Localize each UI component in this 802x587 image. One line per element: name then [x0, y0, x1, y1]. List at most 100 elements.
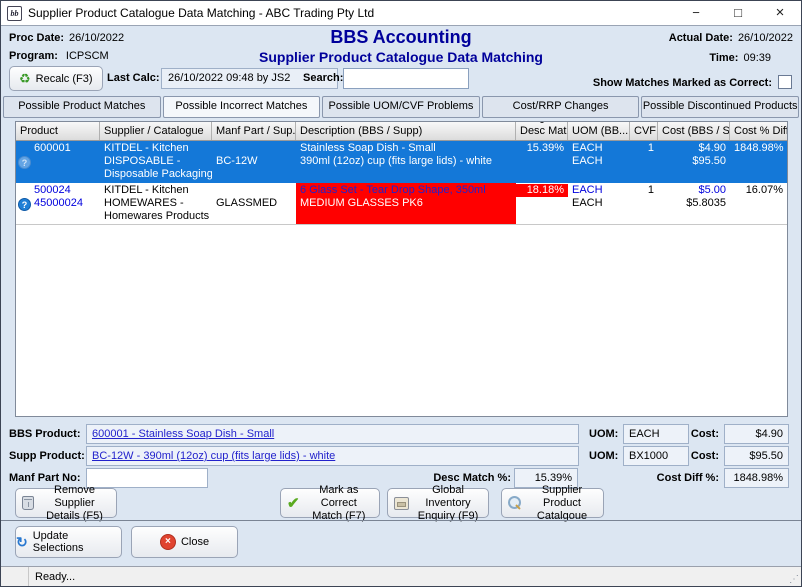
bbs-product-link[interactable]: 600001 - Stainless Soap Dish - Small — [92, 428, 274, 440]
supp-cost-value: $95.50 — [724, 446, 789, 466]
uom-line: EACH — [568, 142, 630, 155]
table-row[interactable]: ? 600001 KITDEL - Kitchen DISPOSABLE - D… — [16, 141, 787, 183]
inventory-drawer-icon — [394, 497, 409, 510]
cell-cost-diff: 16.07% — [730, 183, 787, 224]
cell-cvf: 1 — [630, 183, 658, 224]
show-matches-checkbox[interactable] — [778, 75, 792, 89]
description-line: 390ml (12oz) cup (fits large lids) - whi… — [296, 155, 516, 168]
col-header-desc-match[interactable]: ▲ Desc Mat... — [516, 122, 568, 140]
recycle-icon: ♻ — [19, 71, 31, 87]
bbs-cost-label: Cost: — [677, 424, 719, 444]
close-button[interactable]: × Close — [131, 526, 238, 558]
col-header-product[interactable]: Product — [16, 122, 100, 140]
search-input[interactable] — [343, 68, 469, 89]
supplier-product-catalogue-button[interactable]: Supplier Product Catalgoue — [501, 488, 604, 518]
cost-diff-pct-label: Cost Diff %: — [599, 468, 719, 488]
update-selections-label: Update Selections — [33, 530, 121, 554]
cell-uom: EACH EACH — [568, 183, 630, 224]
window-title: Supplier Product Catalogue Data Matching… — [28, 6, 669, 20]
col-header-cvf[interactable]: CVF — [630, 122, 658, 140]
table-row[interactable]: ? 500024 45000024 KITDEL - Kitchen HOMEW… — [16, 183, 787, 225]
window-controls: − □ × — [675, 1, 801, 25]
cost-diff-value: 1848.98% — [730, 142, 787, 155]
tab-possible-product-matches[interactable]: Possible Product Matches — [3, 96, 161, 118]
minimize-icon[interactable]: − — [675, 1, 717, 25]
cell-manf-part: GLASSMED — [212, 183, 296, 224]
cell-cvf: 1 — [630, 141, 658, 183]
col-header-uom[interactable]: UOM (BB... — [568, 122, 630, 140]
cell-manf-part: BC-12W — [212, 141, 296, 183]
cell-product: ? 600001 — [16, 141, 100, 183]
uom-line: EACH — [568, 155, 630, 168]
recalc-button[interactable]: ♻ Recalc (F3) — [9, 66, 103, 91]
cell-desc-match-alert: 18.18% — [516, 183, 568, 224]
remove-supplier-details-button[interactable]: Remove Supplier Details (F5) — [15, 488, 117, 518]
desc-match-value: 15.39% — [516, 142, 568, 155]
cell-description-alert: 6 Glass Set - Tear Drop Shape, 350ml MED… — [296, 183, 516, 224]
cell-cost-diff: 1848.98% — [730, 141, 787, 183]
cell-desc-match: 15.39% — [516, 141, 568, 183]
status-text: Ready... — [29, 571, 81, 583]
actual-date-label: Actual Date: — [669, 32, 733, 44]
table-header-row: Product Supplier / Catalogue Manf Part /… — [16, 122, 787, 141]
tab-bar: Possible Product Matches Possible Incorr… — [1, 96, 801, 118]
supplier-line: KITDEL - Kitchen — [100, 142, 212, 155]
details-panel: BBS Product: 600001 - Stainless Soap Dis… — [1, 422, 801, 488]
manf-part-spacer — [212, 142, 296, 155]
status-bar-segment — [1, 567, 29, 586]
global-inventory-enquiry-label: Global Inventory Enquiry (F9) — [414, 484, 482, 523]
magnifier-icon — [508, 496, 522, 510]
app-window: bb Supplier Product Catalogue Data Match… — [0, 0, 802, 587]
maximize-icon[interactable]: □ — [717, 1, 759, 25]
cost-diff-value: 16.07% — [730, 184, 787, 197]
recalc-button-label: Recalc (F3) — [36, 73, 93, 85]
matches-table: Product Supplier / Catalogue Manf Part /… — [15, 121, 788, 417]
product-code: 500024 — [16, 184, 100, 197]
global-inventory-enquiry-button[interactable]: Global Inventory Enquiry (F9) — [387, 488, 489, 518]
cost-line: $95.50 — [658, 155, 730, 168]
col-header-manf-part[interactable]: Manf Part / Sup... — [212, 122, 296, 140]
col-header-cost-pct-diff[interactable]: Cost % Diff — [730, 122, 787, 140]
manf-part-value: BC-12W — [212, 155, 296, 168]
bbs-product-field: 600001 - Stainless Soap Dish - Small — [86, 424, 579, 444]
col-header-supplier-catalogue[interactable]: Supplier / Catalogue — [100, 122, 212, 140]
supp-product-label: Supp Product: — [9, 446, 85, 466]
cell-supplier: KITDEL - Kitchen DISPOSABLE - Disposable… — [100, 141, 212, 183]
supplier-line: Homewares Products — [100, 210, 212, 223]
manf-part-spacer — [212, 184, 296, 197]
cell-product: ? 500024 45000024 — [16, 183, 100, 224]
search-label: Search: — [303, 72, 343, 84]
tab-possible-incorrect-matches[interactable]: Possible Incorrect Matches — [163, 96, 321, 118]
supplier-line: DISPOSABLE - — [100, 155, 212, 168]
table-empty-area — [16, 225, 787, 416]
cell-cost: $4.90 $95.50 — [658, 141, 730, 183]
tab-possible-discontinued-products[interactable]: Possible Discontinued Products — [641, 96, 799, 118]
tab-cost-rrp-changes[interactable]: Cost/RRP Changes — [482, 96, 640, 118]
supp-product-field: BC-12W - 390ml (12oz) cup (fits large li… — [86, 446, 579, 466]
supp-product-link[interactable]: BC-12W - 390ml (12oz) cup (fits large li… — [92, 450, 335, 462]
desc-match-value: 18.18% — [516, 184, 568, 197]
col-header-description[interactable]: Description (BBS / Supp) — [296, 122, 516, 140]
cvf-value: 1 — [630, 142, 658, 155]
cell-description: Stainless Soap Dish - Small 390ml (12oz)… — [296, 141, 516, 183]
product-code: 600001 — [16, 142, 100, 155]
update-selections-button[interactable]: ↻ Update Selections — [15, 526, 122, 558]
footer-button-row: ↻ Update Selections × Close — [1, 520, 801, 565]
mark-as-correct-match-button[interactable]: ✔ Mark as Correct Match (F7) — [280, 488, 380, 518]
description-line: MEDIUM GLASSES PK6 — [296, 197, 516, 210]
uom-line: EACH — [568, 184, 630, 197]
col-header-cost[interactable]: Cost (BBS / S... — [658, 122, 730, 140]
sort-asc-icon: ▲ — [539, 122, 545, 125]
last-calc-label: Last Calc: — [107, 72, 160, 84]
mark-as-correct-match-label: Mark as Correct Match (F7) — [305, 484, 373, 523]
actual-date-value: 26/10/2022 — [738, 32, 793, 44]
tab-possible-uom-cvf-problems[interactable]: Possible UOM/CVF Problems — [322, 96, 480, 118]
resize-grip[interactable]: ⋰ — [789, 574, 799, 585]
uom-line: EACH — [568, 197, 630, 210]
supp-uom-label: UOM: — [589, 446, 621, 466]
app-icon: bb — [7, 6, 22, 21]
cost-line: $5.8035 — [658, 197, 730, 210]
remove-supplier-details-label: Remove Supplier Details (F5) — [39, 484, 110, 523]
close-icon[interactable]: × — [759, 1, 801, 25]
cost-diff-pct-value: 1848.98% — [724, 468, 789, 488]
